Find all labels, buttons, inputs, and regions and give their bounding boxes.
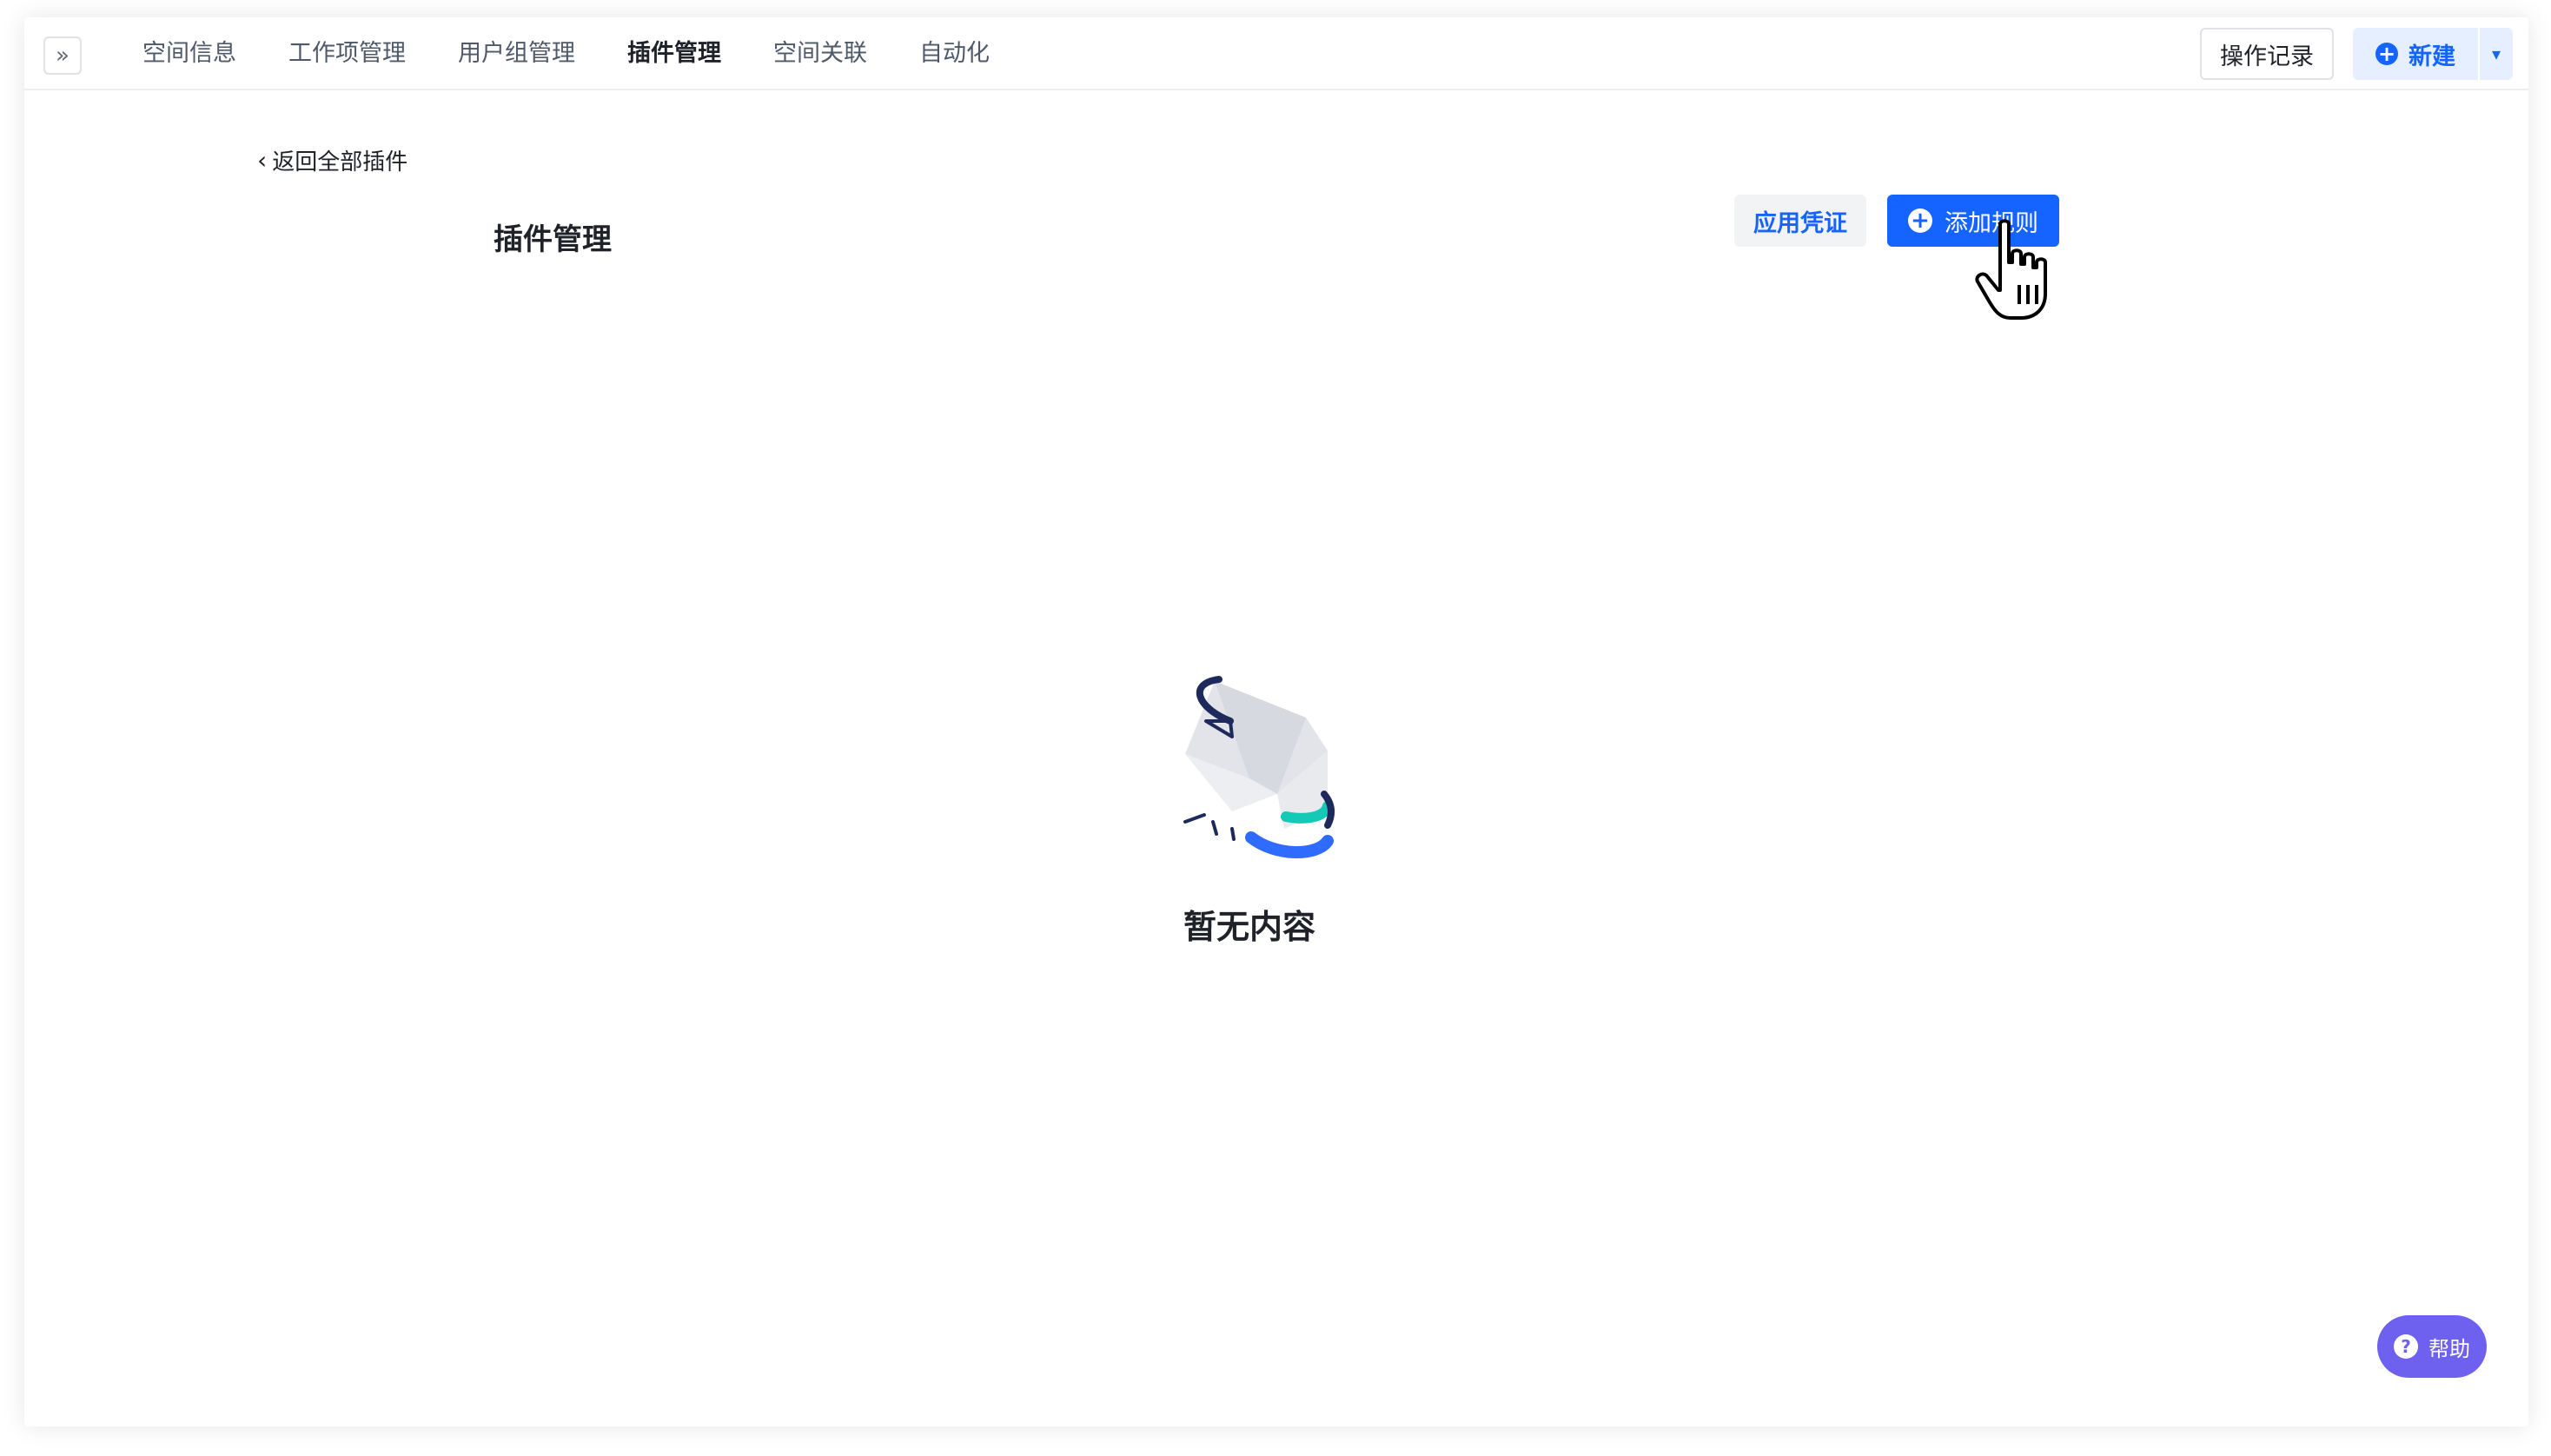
caret-down-icon: ▾	[2491, 43, 2501, 64]
app-credential-button[interactable]: 应用凭证	[1734, 195, 1866, 247]
expand-sidebar-button[interactable]: »	[43, 36, 82, 75]
hand-pointer-cursor-icon	[1975, 219, 2047, 320]
app-window: » 空间信息 工作项管理 用户组管理 插件管理 空间关联 自动化 操作记录 + …	[24, 17, 2528, 1426]
back-to-all-plugins-link[interactable]: ‹ 返回全部插件	[257, 144, 407, 176]
top-nav-bar: » 空间信息 工作项管理 用户组管理 插件管理 空间关联 自动化 操作记录 + …	[24, 17, 2528, 90]
new-button[interactable]: + 新建	[2353, 28, 2478, 80]
empty-state-text: 暂无内容	[1183, 908, 1316, 946]
plus-circle-icon: +	[2375, 43, 2398, 65]
question-circle-icon: ?	[2394, 1334, 2418, 1359]
tab-work-item-management[interactable]: 工作项管理	[288, 17, 406, 90]
settings-tabs: 空间信息 工作项管理 用户组管理 插件管理 空间关联 自动化	[142, 17, 1042, 90]
tab-automation[interactable]: 自动化	[919, 17, 990, 90]
help-button[interactable]: ? 帮助	[2377, 1315, 2487, 1378]
empty-box-illustration	[1183, 676, 1335, 859]
operation-log-button[interactable]: 操作记录	[2200, 28, 2334, 80]
help-label: 帮助	[2428, 1336, 2470, 1361]
chevron-left-icon: ‹	[257, 146, 268, 175]
new-dropdown-button[interactable]: ▾	[2480, 28, 2513, 80]
tab-space-association[interactable]: 空间关联	[773, 17, 867, 90]
tab-plugin-management[interactable]: 插件管理	[627, 17, 721, 90]
double-chevron-right-icon: »	[56, 43, 70, 69]
tab-user-group-management[interactable]: 用户组管理	[458, 17, 575, 90]
plus-circle-icon: +	[1908, 208, 1932, 233]
back-link-label: 返回全部插件	[272, 149, 408, 175]
new-button-label: 新建	[2409, 43, 2455, 70]
tab-space-info[interactable]: 空间信息	[142, 17, 236, 90]
page-title: 插件管理	[494, 222, 612, 257]
